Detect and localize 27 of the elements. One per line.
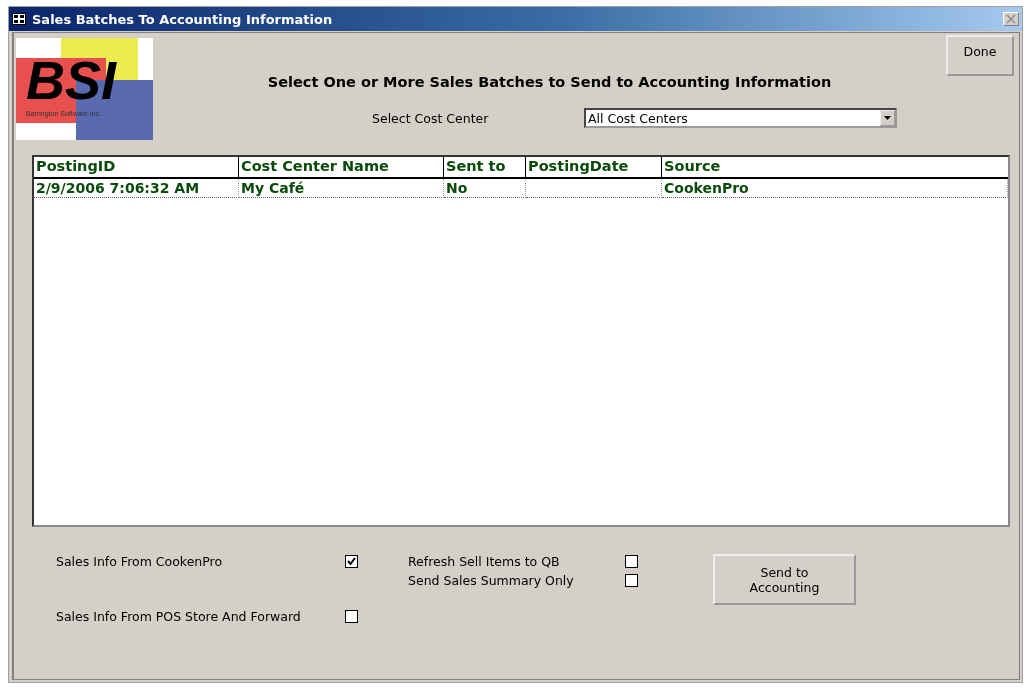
checkbox-label: Sales Info From CookenPro <box>56 554 223 569</box>
close-button[interactable] <box>1003 12 1019 26</box>
checkbox-label: Sales Info From POS Store And Forward <box>56 609 301 624</box>
window-title: Sales Batches To Accounting Information <box>32 11 334 27</box>
table-row[interactable]: 2/9/2006 7:06:32 AM My Café No CookenPro <box>34 179 1008 198</box>
column-header[interactable]: PostingID <box>34 157 239 177</box>
table-cell: 2/9/2006 7:06:32 AM <box>36 180 200 196</box>
field-label: Select Cost Center <box>372 110 490 126</box>
checkbox-label: Send Sales Summary Only <box>408 573 574 588</box>
form-heading: Select One or More Sales Batches to Send to Accounting Information <box>267 74 832 90</box>
column-header[interactable]: Sent to <box>444 157 526 177</box>
table-cell: My Café <box>241 180 305 196</box>
column-header[interactable]: Cost Center Name <box>239 157 444 177</box>
table-cell: No <box>446 180 468 196</box>
dropdown-arrow-icon <box>884 116 891 120</box>
table-cell: CookenPro <box>664 180 749 196</box>
done-button[interactable]: Done <box>946 35 1014 76</box>
send-to-accounting-button[interactable]: Send to Accounting <box>713 554 856 605</box>
checkbox[interactable] <box>345 555 358 568</box>
form-icon <box>12 13 26 25</box>
checkbox[interactable] <box>625 574 638 587</box>
checkbox-label: Refresh Sell Items to QB <box>408 554 560 569</box>
checkbox[interactable] <box>345 610 358 623</box>
cost-center-dropdown[interactable]: All Cost Centers <box>584 108 897 128</box>
checkbox[interactable] <box>625 555 638 568</box>
column-header[interactable]: Source <box>662 157 1008 177</box>
column-header[interactable]: PostingDate <box>526 157 662 177</box>
